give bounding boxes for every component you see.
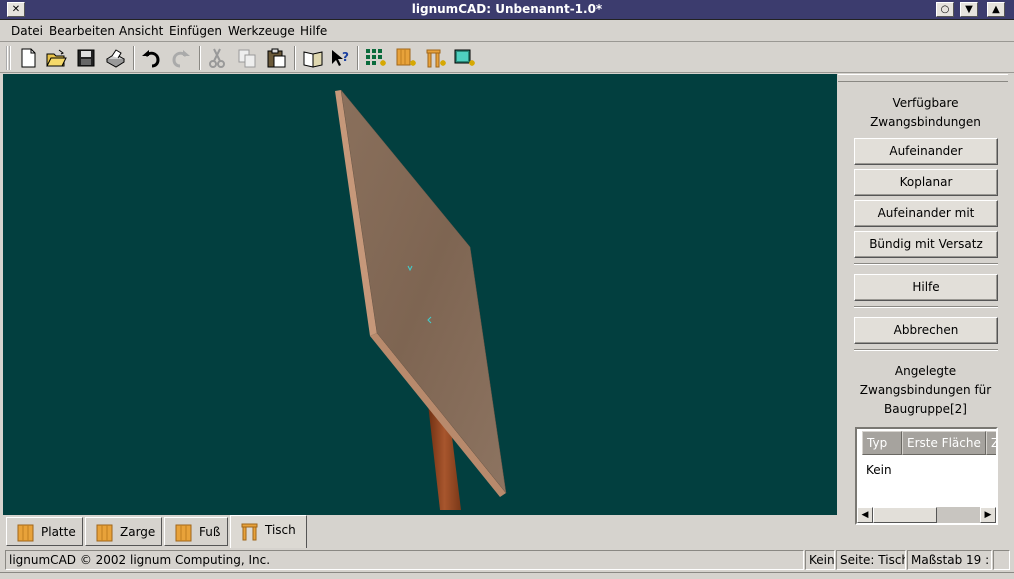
whats-this-icon[interactable]: ? — [329, 47, 351, 69]
panel-separator — [854, 349, 998, 351]
toolbar-separator — [357, 46, 359, 70]
status-scale: Maßstab 19 : 2 — [907, 550, 992, 570]
tab-label: Platte — [41, 525, 76, 539]
window-titlebar[interactable]: ✕ lignumCAD: Unbenannt-1.0* ○ ▼ ▲ — [0, 0, 1014, 20]
toolbar-handle[interactable] — [6, 46, 11, 70]
window-title: lignumCAD: Unbenannt-1.0* — [411, 2, 603, 16]
assembly-icon — [241, 523, 258, 541]
cancel-button[interactable]: Abbrechen — [854, 317, 998, 344]
panel-separator — [854, 263, 998, 265]
window-bottom-border — [0, 572, 1014, 579]
toolbar-separator — [199, 46, 201, 70]
main-toolbar: ? — [0, 43, 1014, 73]
menu-werkzeuge[interactable]: Werkzeuge — [228, 24, 295, 38]
help-button[interactable]: Hilfe — [854, 274, 998, 301]
tab-label: Fuß — [199, 525, 221, 539]
menu-bar: Datei Bearbeiten Ansicht Einfügen Werkze… — [0, 20, 1014, 42]
print-icon[interactable] — [104, 47, 126, 69]
copy-icon[interactable] — [236, 47, 258, 69]
applied-constraints-label: Angelegte — [894, 364, 957, 378]
manual-book-icon[interactable] — [302, 47, 324, 69]
column-header-z[interactable]: Z — [986, 431, 996, 455]
new-page-icon[interactable] — [364, 47, 386, 69]
available-constraints-label: Verfügbare — [892, 96, 959, 110]
aufeinander-button[interactable]: Aufeinander — [854, 138, 998, 165]
toolbar-separator — [294, 46, 296, 70]
menu-bearbeiten[interactable]: Bearbeiten — [49, 24, 115, 38]
tab-platte[interactable]: Platte — [6, 517, 83, 546]
menu-datei[interactable]: Datei — [11, 24, 43, 38]
maximize-window-button[interactable]: ▲ — [987, 2, 1005, 17]
scrollbar-thumb[interactable] — [873, 507, 937, 523]
panel-grip[interactable] — [838, 74, 1008, 82]
tab-fuss[interactable]: Fuß — [164, 517, 228, 546]
tab-tisch[interactable]: Tisch — [230, 515, 307, 548]
svg-text:?: ? — [342, 50, 349, 64]
menu-hilfe[interactable]: Hilfe — [300, 24, 327, 38]
model-viewport[interactable] — [3, 74, 837, 515]
size-grip[interactable] — [993, 550, 1010, 570]
status-bar: lignumCAD © 2002 lignum Computing, Inc. … — [0, 548, 1014, 571]
panel-separator — [854, 306, 998, 308]
constraints-table[interactable]: Typ Erste Fläche Z Kein ◀ ▶ — [855, 427, 998, 525]
paste-icon[interactable] — [265, 47, 287, 69]
new-drawing-icon[interactable] — [453, 47, 475, 69]
horizontal-scrollbar[interactable]: ◀ ▶ — [857, 507, 996, 523]
page-tabs: Platte Zarge Fuß Tisch — [0, 515, 838, 548]
redo-icon[interactable] — [170, 47, 192, 69]
cut-icon[interactable] — [206, 47, 228, 69]
table-row[interactable]: Kein — [866, 463, 892, 477]
open-folder-icon[interactable] — [45, 47, 67, 69]
new-part-icon[interactable] — [394, 47, 416, 69]
new-assembly-icon[interactable] — [424, 47, 446, 69]
part-icon — [175, 524, 192, 542]
available-constraints-label: Zwangsbindungen — [870, 115, 981, 129]
constraint-panel: Verfügbare Zwangsbindungen Aufeinander K… — [843, 82, 1008, 528]
tab-label: Zarge — [120, 525, 156, 539]
toolbar-separator — [133, 46, 135, 70]
tab-zarge[interactable]: Zarge — [85, 517, 162, 546]
part-icon — [17, 524, 34, 542]
shade-window-button[interactable]: ▼ — [960, 2, 978, 17]
status-message: lignumCAD © 2002 lignum Computing, Inc. — [5, 550, 804, 570]
table-model-render — [335, 89, 507, 510]
save-disk-icon[interactable] — [75, 47, 97, 69]
column-header-erste-flaeche[interactable]: Erste Fläche — [902, 431, 986, 455]
applied-constraints-label: Zwangsbindungen für — [859, 383, 992, 397]
menu-einfuegen[interactable]: Einfügen — [169, 24, 222, 38]
new-file-icon[interactable] — [17, 47, 39, 69]
menu-ansicht[interactable]: Ansicht — [119, 24, 163, 38]
koplanar-button[interactable]: Koplanar — [854, 169, 998, 196]
tab-label: Tisch — [265, 523, 296, 537]
column-header-typ[interactable]: Typ — [862, 431, 902, 455]
status-page: Seite: Tisch — [836, 550, 906, 570]
aufeinander-mit-abstand-button[interactable]: Aufeinander mit Abstand — [854, 200, 998, 245]
buendig-mit-versatz-button[interactable]: Bündig mit Versatz — [854, 231, 998, 258]
applied-constraints-label: Baugruppe[2] — [884, 402, 967, 416]
minimize-window-button[interactable]: ○ — [936, 2, 954, 17]
status-selection: Kein — [805, 550, 835, 570]
scroll-left-icon[interactable]: ◀ — [857, 507, 873, 523]
part-icon — [96, 524, 113, 542]
scroll-right-icon[interactable]: ▶ — [980, 507, 996, 523]
undo-icon[interactable] — [140, 47, 162, 69]
